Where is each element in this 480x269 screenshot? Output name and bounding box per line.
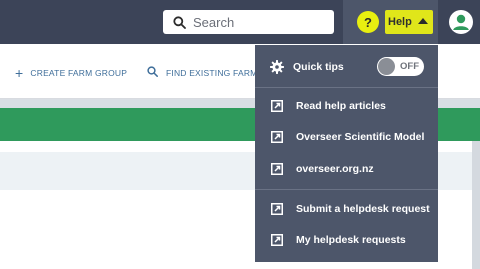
user-avatar[interactable] [449,10,473,34]
create-farm-group-label: CREATE FARM GROUP [30,68,128,78]
external-link-icon [271,233,283,246]
submit-helpdesk-request-label: Submit a helpdesk request [296,203,430,215]
create-farm-group-link[interactable]: + CREATE FARM GROUP [15,66,127,80]
find-existing-farm-label: FIND EXISTING FARM [166,67,258,78]
menu-divider [255,87,438,88]
overseer-scientific-model-item[interactable]: Overseer Scientific Model [255,124,438,150]
overseer-site-label: overseer.org.nz [296,163,374,175]
overseer-site-item[interactable]: overseer.org.nz [255,156,438,182]
toggle-state-text: OFF [400,61,419,72]
search-box[interactable]: Search [163,10,334,34]
my-helpdesk-requests-item[interactable]: My helpdesk requests [255,227,438,253]
quick-tips-item[interactable]: Quick tips OFF [255,54,438,80]
external-link-icon [271,202,283,215]
toggle-knob [378,58,395,75]
user-icon [453,14,469,30]
search-input[interactable]: Search [193,15,234,30]
read-help-articles-label: Read help articles [296,100,386,112]
external-link-icon [271,162,283,175]
overseer-scientific-model-label: Overseer Scientific Model [296,131,425,143]
search-icon [173,15,186,29]
read-help-articles-item[interactable]: Read help articles [255,93,438,119]
help-question-icon[interactable]: ? [357,11,379,33]
menu-divider [255,189,438,190]
gear-icon [270,60,284,74]
search-icon [147,66,158,79]
submit-helpdesk-request-item[interactable]: Submit a helpdesk request [255,196,438,222]
external-link-icon [271,99,283,112]
help-dropdown-menu: Quick tips OFF Read help articles Overse… [255,45,438,262]
quick-tips-label: Quick tips [293,61,344,73]
external-link-icon [271,130,283,143]
caret-up-icon [418,18,428,24]
my-helpdesk-requests-label: My helpdesk requests [296,234,406,246]
find-existing-farm-link[interactable]: FIND EXISTING FARM [147,66,257,79]
quick-tips-toggle[interactable]: OFF [377,57,424,76]
plus-icon: + [15,65,24,81]
